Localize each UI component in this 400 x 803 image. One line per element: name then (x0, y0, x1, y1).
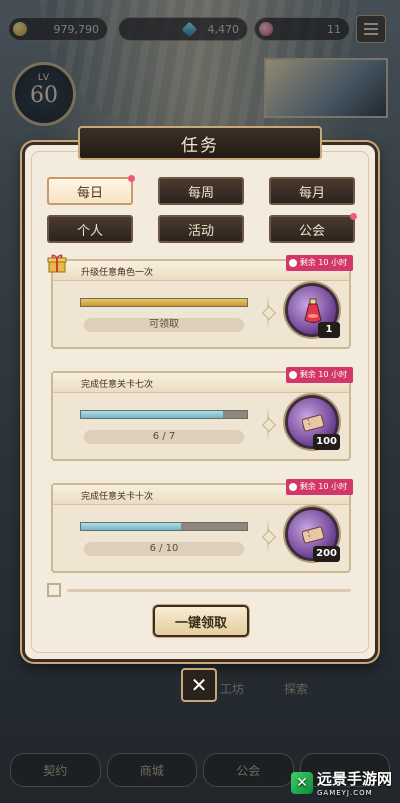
reward-count: 200 (313, 546, 340, 562)
time-remaining-badge: 剩余 10 小时 (285, 367, 353, 383)
task-item: 升级任意角色一次 剩余 10 小时 可领取 1 (51, 255, 353, 349)
progress-fill (81, 299, 247, 306)
progress-text: 6 / 10 (84, 542, 244, 556)
tab-label: 活动 (187, 223, 214, 239)
tab-event[interactable]: 活动 (158, 215, 244, 243)
site-watermark: ✕ 远景手游网 GAMEYJ.COM (290, 768, 392, 797)
watermark-logo-icon: ✕ (290, 771, 313, 794)
potion-icon (304, 298, 322, 323)
checkbox-icon[interactable] (47, 583, 61, 597)
tab-label: 每日 (76, 185, 103, 201)
notification-dot (128, 175, 135, 182)
overall-progress-row (47, 583, 351, 597)
task-tabs: 每日 每周 每月 个人 活动 公会 (47, 175, 357, 243)
tab-personal[interactable]: 个人 (47, 215, 133, 243)
close-button[interactable]: ✕ (181, 668, 217, 702)
divider (267, 519, 269, 553)
progress-text: 6 / 7 (84, 430, 244, 444)
progress-fill (81, 411, 224, 418)
tab-label: 公会 (298, 223, 325, 239)
claim-all-button[interactable]: 一键领取 (153, 605, 249, 637)
reward-count: 1 (318, 322, 340, 338)
tab-monthly[interactable]: 每月 (269, 177, 355, 205)
time-remaining-badge: 剩余 10 小时 (285, 255, 353, 271)
dialog-title: 任务 (78, 126, 322, 160)
tab-daily[interactable]: 每日 (47, 175, 135, 205)
watermark-name: 远景手游网 (316, 770, 392, 788)
tab-label: 个人 (76, 223, 103, 239)
ticket-icon (302, 414, 324, 432)
task-progress-bar (80, 410, 248, 419)
overall-progress-track (67, 589, 351, 592)
reward-count: 100 (313, 434, 340, 450)
notification-dot (350, 213, 357, 220)
task-progress-bar (80, 522, 248, 531)
tab-guild[interactable]: 公会 (269, 213, 357, 243)
time-remaining-badge: 剩余 10 小时 (285, 479, 353, 495)
reward-slot[interactable]: 200 (285, 507, 340, 562)
watermark-domain: GAMEYJ.COM (316, 789, 373, 797)
task-item: 完成任意关卡十次 剩余 10 小时 6 / 10 200 (51, 479, 353, 573)
tab-weekly[interactable]: 每周 (158, 177, 244, 205)
reward-slot[interactable]: 100 (285, 395, 340, 450)
tab-label: 每周 (187, 185, 214, 201)
divider (267, 295, 269, 329)
claim-status[interactable]: 可领取 (84, 318, 244, 332)
progress-fill (81, 523, 181, 530)
task-progress-bar (80, 298, 248, 307)
ticket-icon (302, 526, 324, 544)
divider (267, 407, 269, 441)
tab-label: 每月 (298, 185, 325, 201)
reward-slot[interactable]: 1 (285, 283, 340, 338)
task-item: 完成任意关卡七次 剩余 10 小时 6 / 7 100 (51, 367, 353, 461)
task-dialog: 每日 每周 每月 个人 活动 公会 升级任意角色一次 剩余 10 小时 可领取 … (22, 142, 378, 662)
gift-icon (47, 254, 67, 273)
